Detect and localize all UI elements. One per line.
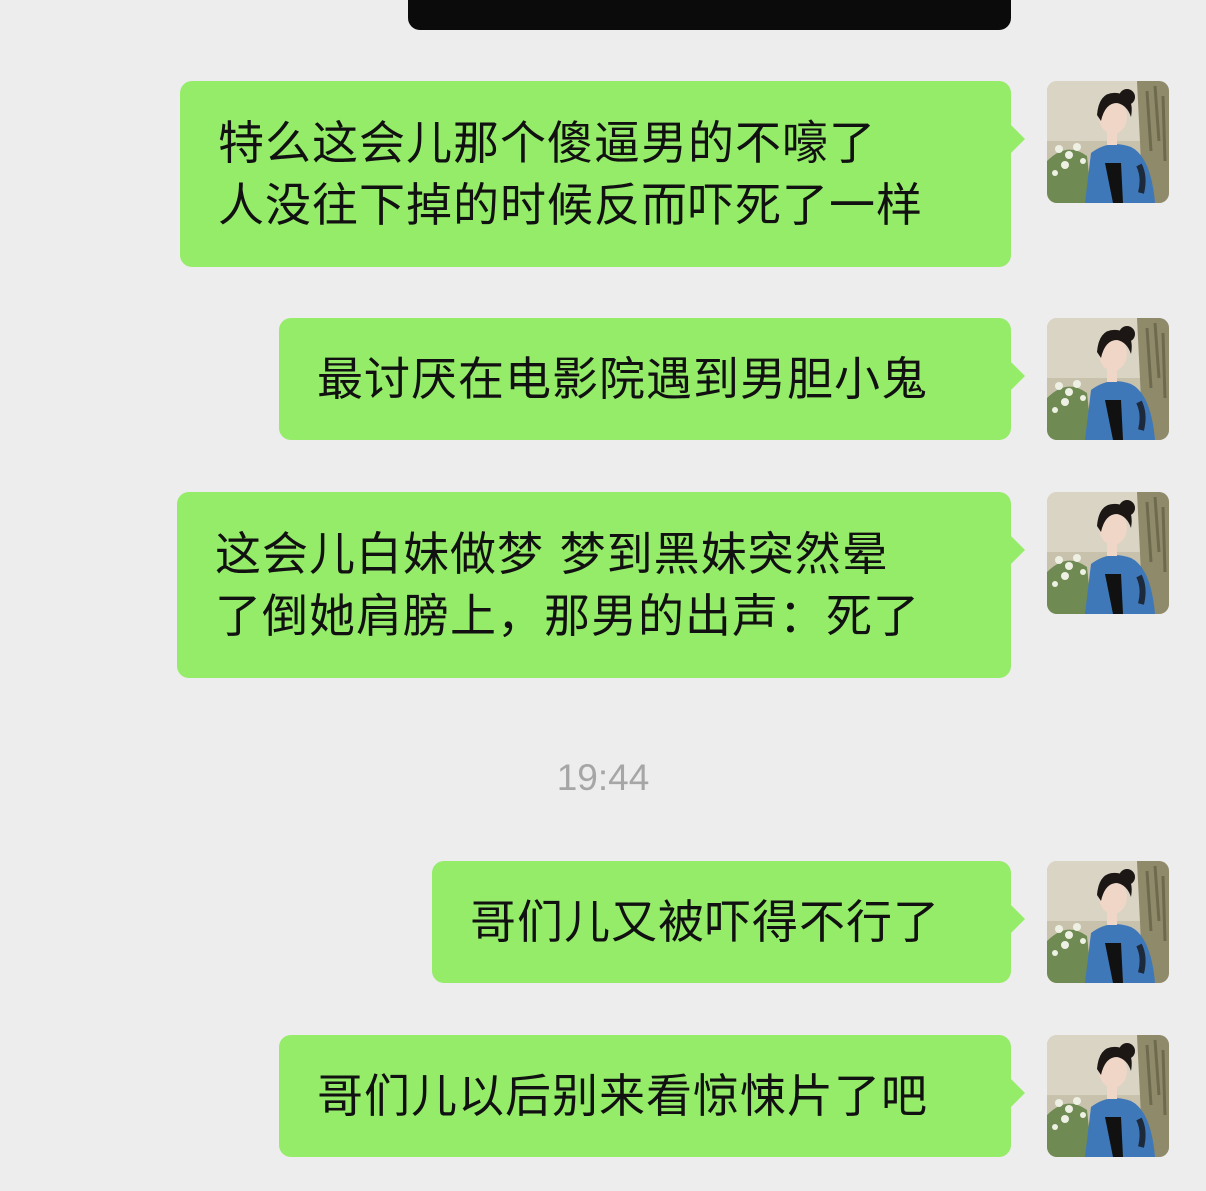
message-bubble[interactable]: 最讨厌在电影院遇到男胆小鬼 [279, 318, 1025, 440]
message-bubble[interactable]: 特么这会儿那个傻逼男的不嚎了 人没往下掉的时候反而吓死了一样 [180, 81, 1025, 267]
message-text-line: 特么这会儿那个傻逼男的不嚎了 [218, 116, 876, 170]
previous-message-bubble[interactable] [408, 0, 1011, 30]
user-avatar[interactable] [1047, 861, 1169, 983]
user-avatar[interactable] [1047, 492, 1169, 614]
message-text-line: 最讨厌在电影院遇到男胆小鬼 [317, 352, 928, 406]
message-text-line: 了倒她肩膀上，那男的出声：死了 [215, 589, 920, 643]
message-text-line: 哥们儿以后别来看惊悚片了吧 [317, 1069, 928, 1123]
message-bubble[interactable]: 这会儿白妹做梦 梦到黑妹突然晕 了倒她肩膀上，那男的出声：死了 [177, 492, 1025, 678]
avatar-icon [1047, 861, 1169, 983]
user-avatar[interactable] [1047, 1035, 1169, 1157]
avatar-icon [1047, 1035, 1169, 1157]
user-avatar[interactable] [1047, 318, 1169, 440]
message-bubble[interactable]: 哥们儿以后别来看惊悚片了吧 [279, 1035, 1025, 1157]
message-bubble[interactable]: 哥们儿又被吓得不行了 [432, 861, 1025, 983]
avatar-icon [1047, 81, 1169, 203]
avatar-icon [1047, 492, 1169, 614]
user-avatar[interactable] [1047, 81, 1169, 203]
message-timestamp: 19:44 [556, 757, 650, 798]
avatar-icon [1047, 318, 1169, 440]
message-text-line: 哥们儿又被吓得不行了 [470, 895, 940, 949]
message-text-line: 人没往下掉的时候反而吓死了一样 [218, 178, 923, 232]
message-text-line: 这会儿白妹做梦 梦到黑妹突然晕 [215, 527, 889, 581]
